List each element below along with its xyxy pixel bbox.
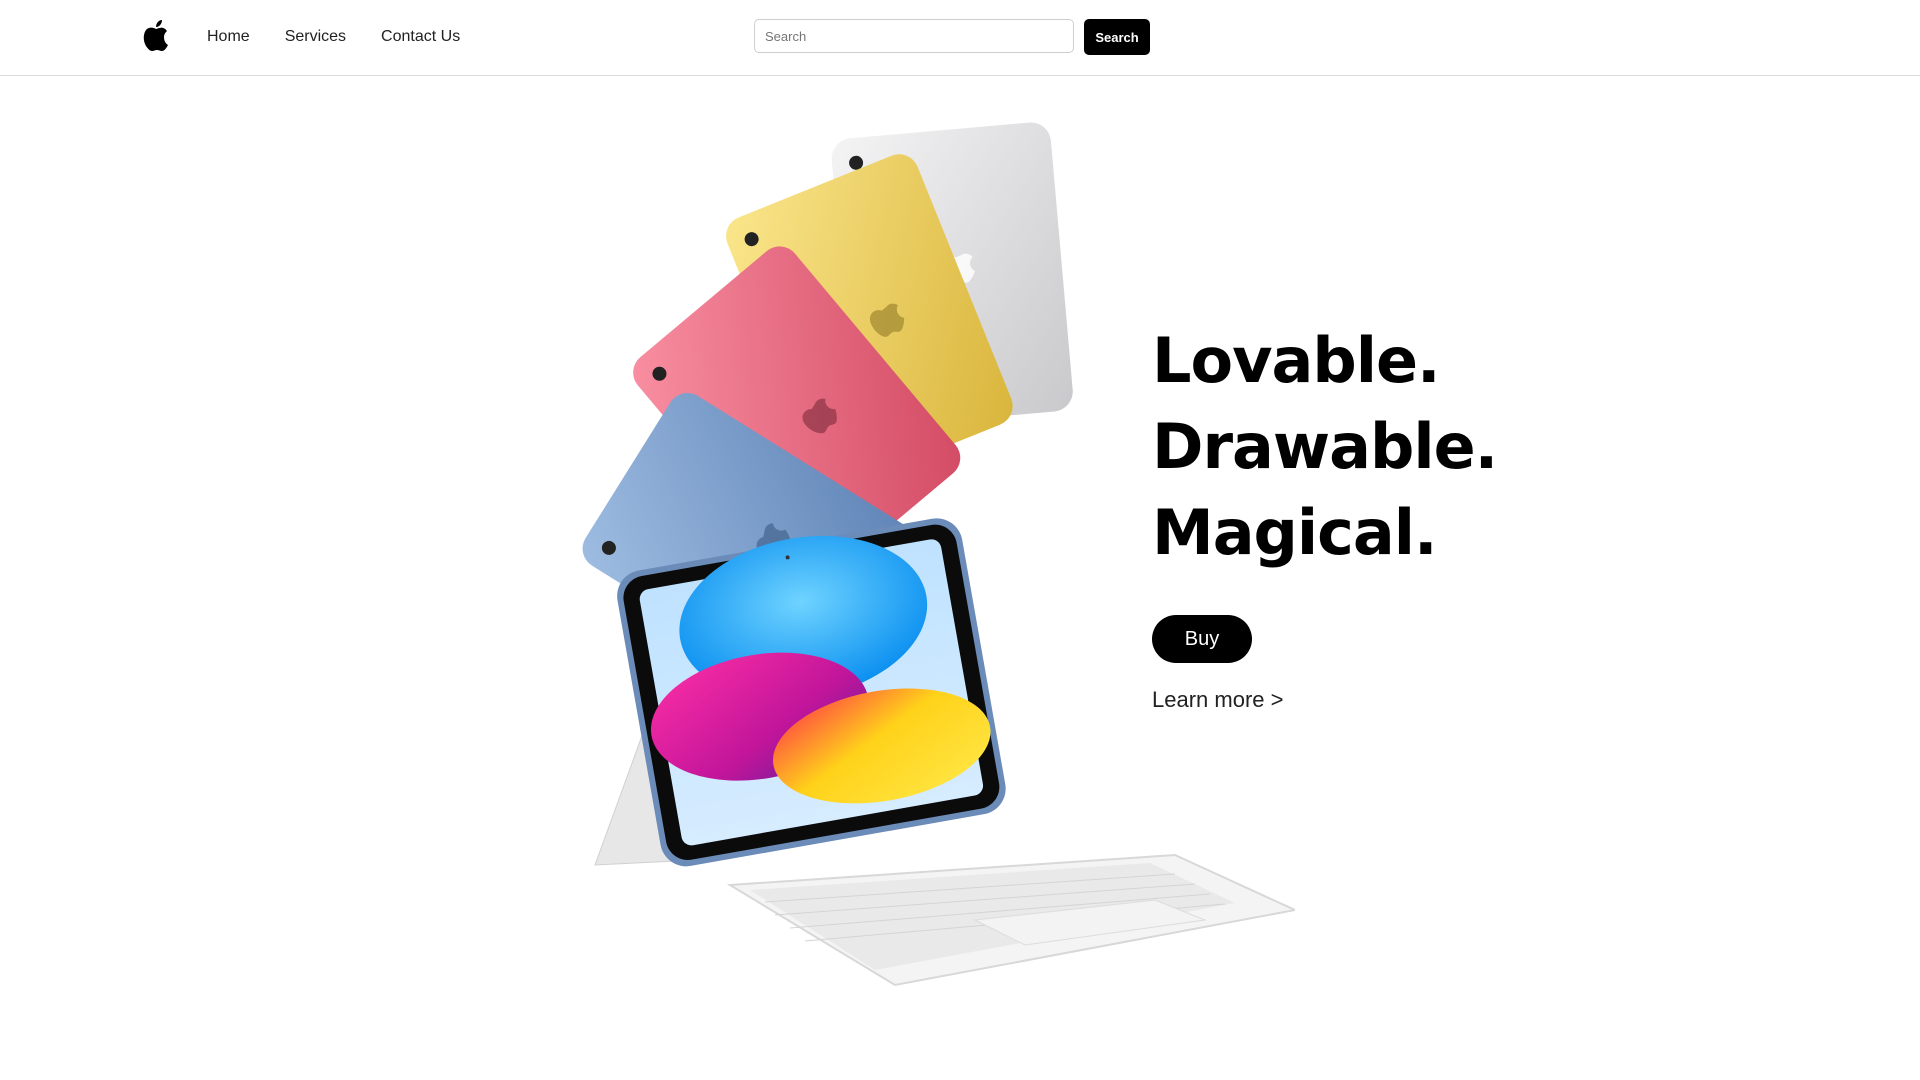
magic-keyboard xyxy=(726,853,1295,987)
apple-logo-icon[interactable] xyxy=(140,18,172,52)
headline-line-2: Drawable. xyxy=(1152,410,1498,483)
headline-line-3: Magical. xyxy=(1152,496,1438,569)
headline-line-1: Lovable. xyxy=(1152,324,1441,397)
navbar: Home Services Contact Us Search xyxy=(0,0,1920,76)
nav-link-home[interactable]: Home xyxy=(207,28,250,46)
search-input[interactable] xyxy=(754,19,1074,53)
buy-button[interactable]: Buy xyxy=(1152,615,1252,663)
search-form: Search xyxy=(754,19,1150,55)
main-nav: Home Services Contact Us xyxy=(207,28,460,46)
learn-more-link[interactable]: Learn more > xyxy=(1152,687,1283,713)
hero-headline: Lovable. Drawable. Magical. xyxy=(1152,318,1498,576)
nav-link-contact-us[interactable]: Contact Us xyxy=(381,28,460,46)
nav-link-services[interactable]: Services xyxy=(285,28,346,46)
search-button[interactable]: Search xyxy=(1084,19,1150,55)
